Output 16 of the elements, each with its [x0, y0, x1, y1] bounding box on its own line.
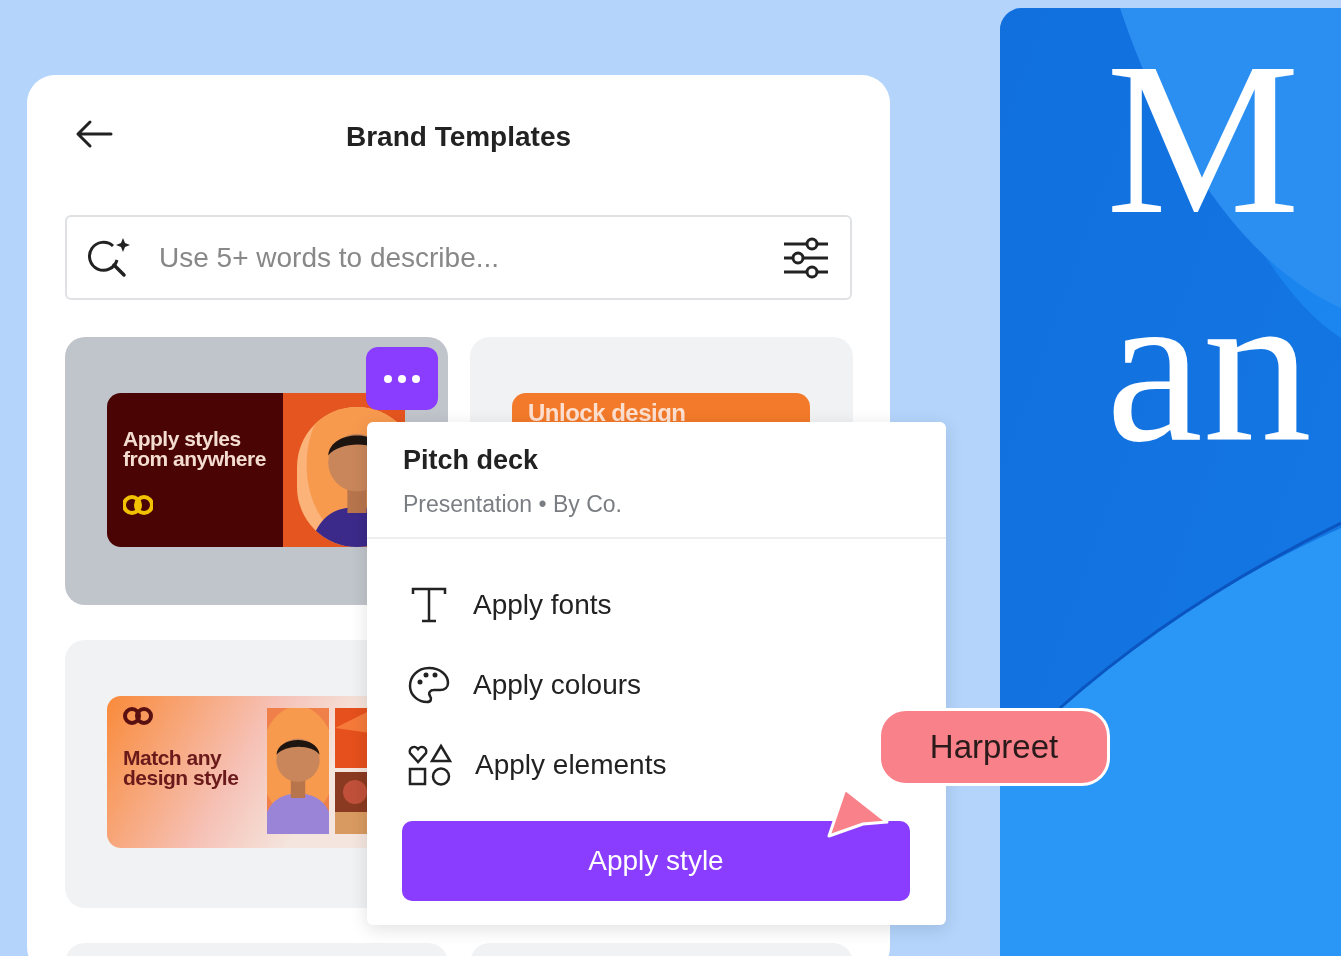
palette-icon — [407, 665, 451, 705]
collaborator-tag: Harpreet — [878, 708, 1110, 786]
shapes-icon — [407, 743, 453, 787]
filter-icon[interactable] — [782, 236, 830, 279]
more-options-button[interactable] — [366, 347, 438, 410]
template-headline: Apply styles from anywhere — [123, 429, 267, 469]
search-input[interactable]: Use 5+ words to describe... — [157, 235, 758, 280]
panel-title: Brand Templates — [345, 120, 572, 154]
template-headline: Match any design style — [123, 748, 240, 788]
back-arrow-icon[interactable] — [75, 119, 113, 149]
logo-icon — [123, 706, 153, 726]
apply-style-button[interactable]: Apply style — [402, 821, 910, 901]
canvas-text: M — [1106, 30, 1301, 248]
search-bar[interactable]: Use 5+ words to describe... — [65, 215, 852, 300]
logo-icon — [123, 495, 153, 515]
canvas-text: an — [1106, 258, 1313, 476]
